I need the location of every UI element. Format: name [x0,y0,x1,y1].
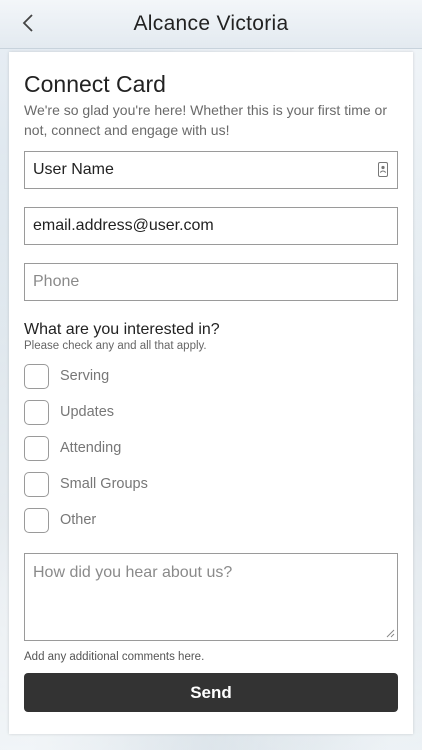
phone-field[interactable]: Phone [24,263,398,301]
checkbox-label: Small Groups [60,476,148,492]
comments-textarea[interactable]: How did you hear about us? [24,553,398,641]
other-checkbox[interactable] [24,507,49,533]
attending-checkbox[interactable] [24,435,49,461]
interests-checklist: Serving Updates Attending Small Groups O… [24,358,398,538]
interests-subheading: Please check any and all that apply. [24,340,207,352]
checkbox-label: Attending [60,440,122,456]
interest-option-other[interactable]: Other [24,502,398,538]
resize-grip-icon[interactable] [386,629,395,638]
comments-placeholder: How did you hear about us? [33,564,233,581]
email-field[interactable]: email.address@user.com [24,207,398,245]
contact-card-icon[interactable] [378,162,388,177]
username-field[interactable]: User Name [24,151,398,189]
send-button[interactable]: Send [24,673,398,712]
updates-checkbox[interactable] [24,399,49,425]
checkbox-label: Other [60,512,97,528]
interest-option-attending[interactable]: Attending [24,430,398,466]
checkbox-label: Updates [60,404,115,420]
checkbox-label: Serving [60,368,110,384]
email-value: email.address@user.com [33,217,214,234]
serving-checkbox[interactable] [24,363,49,389]
small-groups-checkbox[interactable] [24,471,49,497]
form-title: Connect Card [24,71,166,97]
comments-helper-text: Add any additional comments here. [24,651,205,663]
interests-heading: What are you interested in? [24,321,220,338]
phone-placeholder: Phone [33,273,80,290]
chevron-left-icon [22,14,33,32]
connect-card-form: Connect Card We're so glad you're here! … [9,52,413,734]
interest-option-small-groups[interactable]: Small Groups [24,466,398,502]
navigation-bar: Alcance Victoria [0,0,422,49]
interest-option-serving[interactable]: Serving [24,358,398,394]
back-button[interactable] [14,8,42,38]
username-value: User Name [33,161,114,178]
interest-option-updates[interactable]: Updates [24,394,398,430]
form-subtitle: We're so glad you're here! Whether this … [24,102,388,138]
app-title: Alcance Victoria [133,12,289,35]
